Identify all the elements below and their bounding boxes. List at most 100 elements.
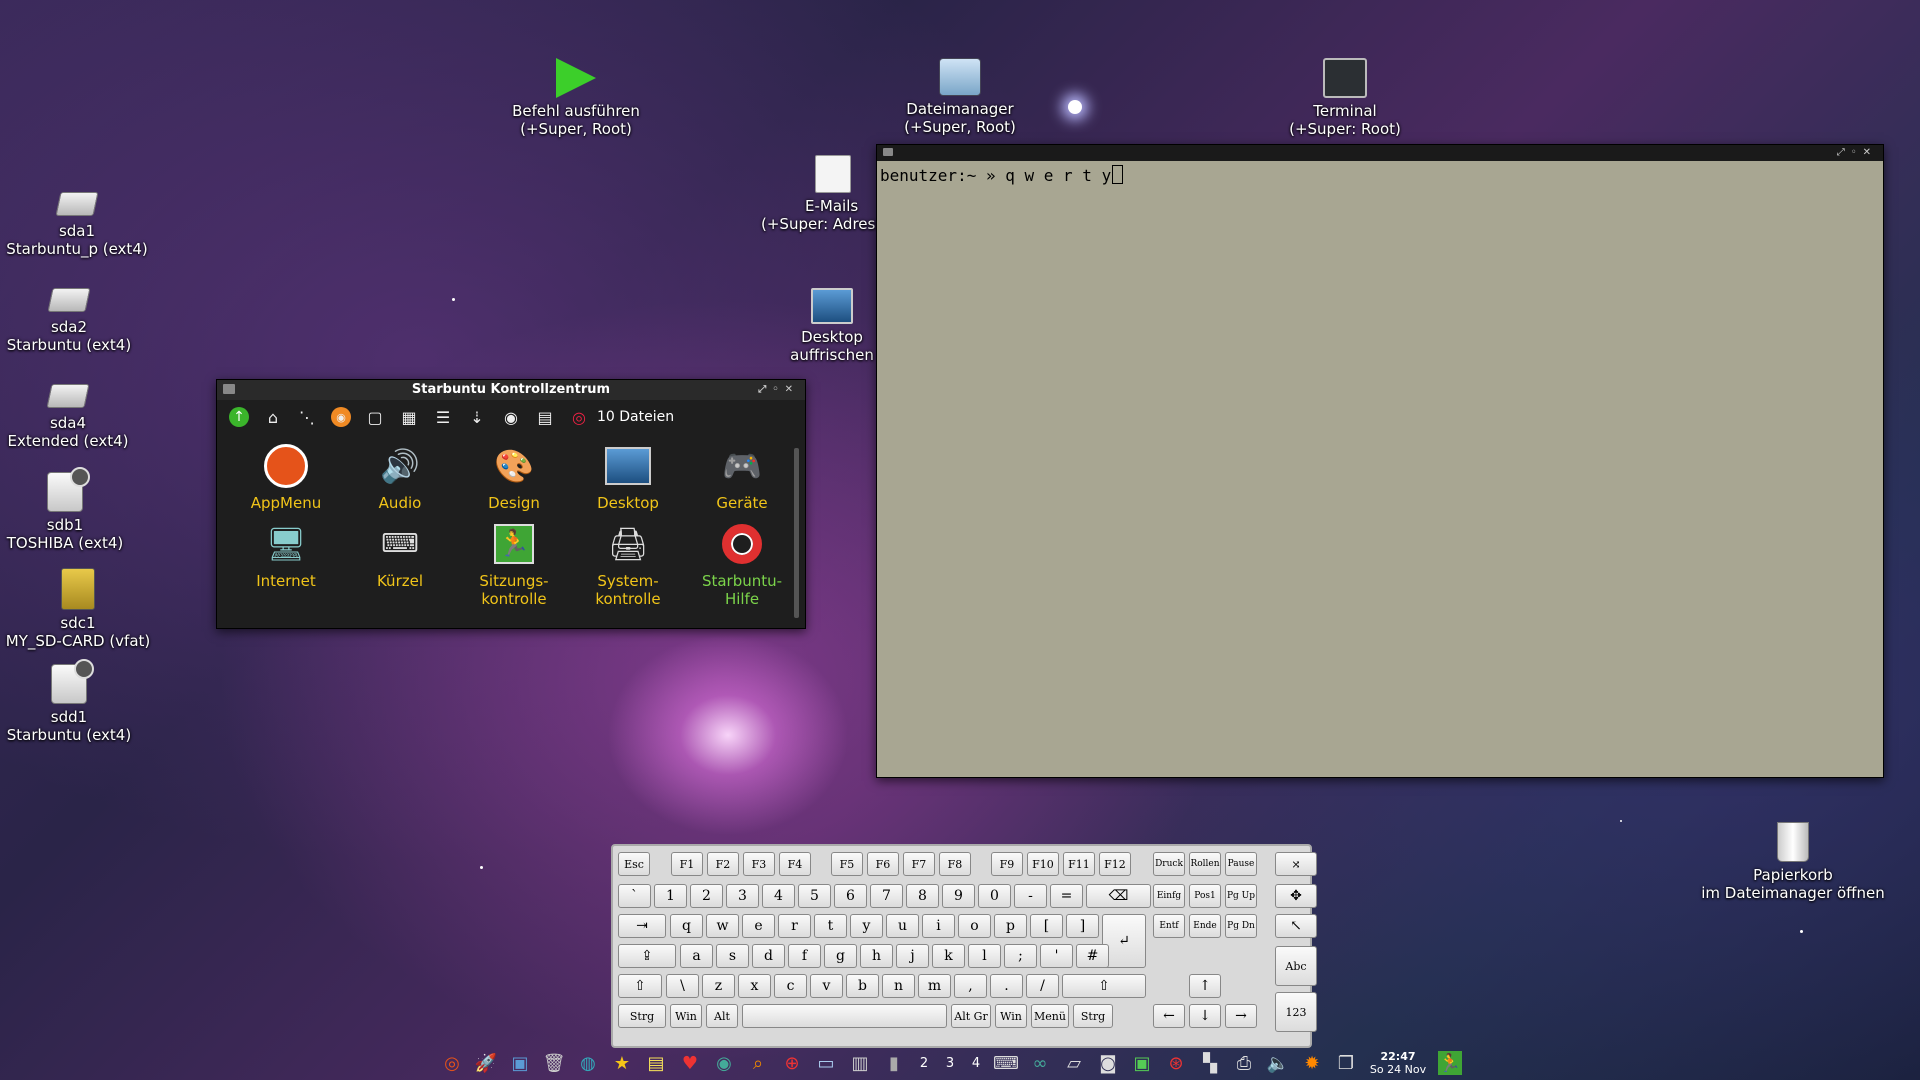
- key-f12[interactable]: F12: [1099, 852, 1131, 876]
- close-icon[interactable]: ✕: [785, 384, 799, 395]
- volume-icon[interactable]: 🔈: [1266, 1051, 1290, 1075]
- maximize-icon[interactable]: ⤢: [1837, 147, 1851, 158]
- camera-icon[interactable]: ◙: [1096, 1051, 1120, 1075]
- key-alt-gr[interactable]: Alt Gr: [951, 1004, 991, 1028]
- item-internet[interactable]: 🖥 Internet: [229, 520, 343, 608]
- appmenu-launcher-icon[interactable]: ◎: [440, 1051, 464, 1075]
- key[interactable]: #: [1076, 944, 1109, 968]
- key[interactable]: c: [774, 974, 807, 998]
- key[interactable]: ;: [1004, 944, 1037, 968]
- key[interactable]: ': [1040, 944, 1073, 968]
- key-mode-abc[interactable]: Abc: [1275, 946, 1317, 986]
- key-shift-left[interactable]: ⇧: [618, 974, 662, 998]
- desktop-icon[interactable]: ▣: [508, 1051, 532, 1075]
- settings-icon[interactable]: ✹: [1300, 1051, 1324, 1075]
- key-f2[interactable]: F2: [707, 852, 739, 876]
- key-druck[interactable]: Druck: [1153, 852, 1185, 876]
- desktop-icon-run-command[interactable]: Befehl ausführen (+Super, Root): [505, 58, 647, 138]
- drive-sda2[interactable]: sda2 Starbuntu (ext4): [4, 288, 134, 354]
- key-delete[interactable]: Entf: [1153, 914, 1185, 938]
- key[interactable]: y: [850, 914, 883, 938]
- key-f3[interactable]: F3: [743, 852, 775, 876]
- key[interactable]: h: [860, 944, 893, 968]
- window-titlebar[interactable]: ⤢◦✕: [877, 145, 1883, 161]
- key[interactable]: k: [932, 944, 965, 968]
- network-icon[interactable]: ∞: [1028, 1051, 1052, 1075]
- key[interactable]: a: [680, 944, 713, 968]
- key[interactable]: s: [716, 944, 749, 968]
- browser-icon[interactable]: ◉: [712, 1051, 736, 1075]
- key[interactable]: -: [1014, 884, 1047, 908]
- key[interactable]: =: [1050, 884, 1083, 908]
- key[interactable]: i: [922, 914, 955, 938]
- item-design[interactable]: 🎨 Design: [457, 442, 571, 512]
- key-f7[interactable]: F7: [903, 852, 935, 876]
- key[interactable]: b: [846, 974, 879, 998]
- screenshot-icon[interactable]: ▱: [1062, 1051, 1086, 1075]
- key[interactable]: \: [666, 974, 699, 998]
- key-end[interactable]: Ende: [1189, 914, 1221, 938]
- rocket-icon[interactable]: 🚀: [474, 1051, 498, 1075]
- key[interactable]: /: [1026, 974, 1059, 998]
- drive-sda4[interactable]: sda4 Extended (ext4): [4, 384, 132, 450]
- item-desktop[interactable]: Desktop: [571, 442, 685, 512]
- key[interactable]: 9: [942, 884, 975, 908]
- grid-view-icon[interactable]: ▦: [399, 407, 419, 427]
- key-ctrl-right[interactable]: Strg: [1073, 1004, 1113, 1028]
- item-shortcuts[interactable]: ⌨ Kürzel: [343, 520, 457, 608]
- key[interactable]: 8: [906, 884, 939, 908]
- key[interactable]: f: [788, 944, 821, 968]
- key[interactable]: q: [670, 914, 703, 938]
- key[interactable]: t: [814, 914, 847, 938]
- desktop-icon-refresh[interactable]: Desktop auffrischen: [780, 288, 884, 364]
- clock[interactable]: 22:47 So 24 Nov: [1368, 1050, 1428, 1076]
- key-backspace[interactable]: ⌫: [1086, 884, 1151, 908]
- maximize-icon[interactable]: ⤢: [758, 384, 772, 395]
- workspace-2[interactable]: 2: [916, 1056, 932, 1071]
- key-win-right[interactable]: Win: [995, 1004, 1027, 1028]
- key[interactable]: g: [824, 944, 857, 968]
- key[interactable]: 2: [690, 884, 723, 908]
- system-icon[interactable]: ▥: [848, 1051, 872, 1075]
- globe-icon[interactable]: ◍: [576, 1051, 600, 1075]
- key[interactable]: 5: [798, 884, 831, 908]
- key-shift-right[interactable]: ⇧: [1062, 974, 1146, 998]
- key-page-up[interactable]: Pg Up: [1225, 884, 1257, 908]
- key-f1[interactable]: F1: [671, 852, 703, 876]
- desktop-icon-file-manager[interactable]: Dateimanager (+Super, Root): [890, 58, 1030, 136]
- key[interactable]: o: [958, 914, 991, 938]
- key-caps-lock[interactable]: ⇪: [618, 944, 676, 968]
- terminal-icon[interactable]: ▮: [882, 1051, 906, 1075]
- key-pointer[interactable]: ↖: [1275, 914, 1317, 938]
- desktop-icon-trash[interactable]: Papierkorb im Dateimanager öffnen: [1700, 822, 1886, 902]
- key-f10[interactable]: F10: [1027, 852, 1059, 876]
- vertical-scrollbar[interactable]: [794, 448, 799, 618]
- workspace-4[interactable]: 4: [968, 1056, 984, 1071]
- key[interactable]: `: [618, 884, 651, 908]
- close-icon[interactable]: ✕: [1863, 147, 1877, 158]
- key-win-left[interactable]: Win: [670, 1004, 702, 1028]
- key-rollen[interactable]: Rollen: [1189, 852, 1221, 876]
- minimize-icon[interactable]: ◦: [772, 384, 784, 395]
- key[interactable]: 7: [870, 884, 903, 908]
- key-f5[interactable]: F5: [831, 852, 863, 876]
- sort-icon[interactable]: ⇣: [467, 407, 487, 427]
- key[interactable]: 3: [726, 884, 759, 908]
- list-view-icon[interactable]: ☰: [433, 407, 453, 427]
- file-manager-icon[interactable]: ▭: [814, 1051, 838, 1075]
- window-menu-icon[interactable]: [883, 148, 893, 156]
- key-f6[interactable]: F6: [867, 852, 899, 876]
- search-icon[interactable]: ⌕: [746, 1051, 770, 1075]
- key-esc[interactable]: Esc: [618, 852, 650, 876]
- clipboard-icon[interactable]: ❐: [1334, 1051, 1358, 1075]
- tree-icon[interactable]: ⋱: [297, 407, 317, 427]
- key[interactable]: ]: [1066, 914, 1099, 938]
- key-f11[interactable]: F11: [1063, 852, 1095, 876]
- key[interactable]: j: [896, 944, 929, 968]
- key-arrow-up[interactable]: ↑: [1189, 974, 1221, 998]
- minimize-icon[interactable]: ◦: [1851, 147, 1863, 158]
- desktop-icon-terminal[interactable]: Terminal (+Super: Root): [1275, 58, 1415, 138]
- key[interactable]: [: [1030, 914, 1063, 938]
- key[interactable]: l: [968, 944, 1001, 968]
- key[interactable]: n: [882, 974, 915, 998]
